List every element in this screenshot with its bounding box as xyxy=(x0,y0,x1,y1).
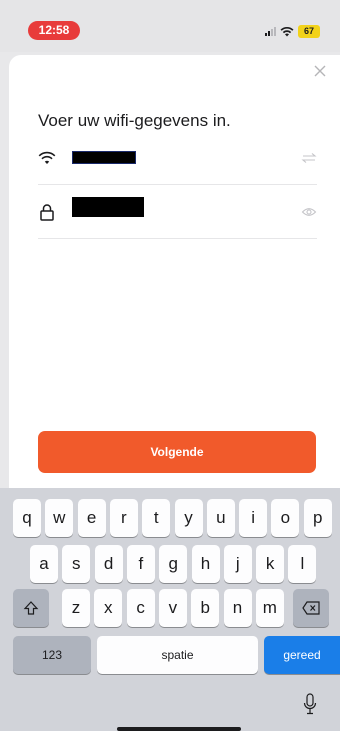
keyboard-row-1: qwertyuiop xyxy=(0,499,340,537)
key-m[interactable]: m xyxy=(255,589,284,627)
key-p[interactable]: p xyxy=(303,499,332,537)
wifi-credentials-sheet: Voer uw wifi-gegevens in. Volgende xyxy=(9,55,340,488)
return-key[interactable]: gereed xyxy=(264,636,340,674)
key-i[interactable]: i xyxy=(239,499,268,537)
space-key[interactable]: spatie xyxy=(97,636,258,674)
key-o[interactable]: o xyxy=(271,499,300,537)
key-s[interactable]: s xyxy=(62,545,91,583)
battery-indicator: 67 xyxy=(298,24,320,38)
key-q[interactable]: q xyxy=(13,499,41,537)
swap-icon[interactable] xyxy=(301,150,317,166)
key-v[interactable]: v xyxy=(158,589,187,627)
cellular-signal-icon xyxy=(265,26,276,36)
key-a[interactable]: a xyxy=(30,545,58,583)
key-n[interactable]: n xyxy=(223,589,252,627)
shift-icon xyxy=(23,601,39,615)
wifi-password-row[interactable] xyxy=(38,185,317,239)
on-screen-keyboard: qwertyuiop asdfghjkl zxcvbnm 123 spatie … xyxy=(0,488,340,731)
key-g[interactable]: g xyxy=(159,545,188,583)
key-u[interactable]: u xyxy=(206,499,235,537)
key-x[interactable]: x xyxy=(94,589,123,627)
wifi-icon xyxy=(38,151,56,164)
backspace-icon xyxy=(302,601,320,615)
numbers-key[interactable]: 123 xyxy=(13,636,91,674)
eye-icon[interactable] xyxy=(301,204,317,220)
microphone-icon[interactable] xyxy=(303,693,317,715)
key-k[interactable]: k xyxy=(256,545,285,583)
status-icons: 67 xyxy=(265,24,320,38)
keyboard-row-2: asdfghjkl xyxy=(0,545,340,583)
lock-icon xyxy=(40,204,54,221)
close-icon[interactable] xyxy=(312,63,328,79)
shift-key[interactable] xyxy=(13,589,49,627)
key-j[interactable]: j xyxy=(223,545,252,583)
wifi-password-value-redacted[interactable] xyxy=(72,197,144,217)
status-time: 12:58 xyxy=(28,21,80,40)
key-f[interactable]: f xyxy=(126,545,155,583)
backspace-key[interactable] xyxy=(293,589,329,627)
key-b[interactable]: b xyxy=(191,589,220,627)
key-w[interactable]: w xyxy=(45,499,74,537)
wifi-status-icon xyxy=(280,26,294,36)
status-bar: 12:58 67 xyxy=(0,0,340,52)
key-y[interactable]: y xyxy=(174,499,203,537)
keyboard-row-3: zxcvbnm xyxy=(0,589,340,627)
key-d[interactable]: d xyxy=(94,545,123,583)
page-title: Voer uw wifi-gegevens in. xyxy=(38,111,231,130)
key-z[interactable]: z xyxy=(62,589,90,627)
key-h[interactable]: h xyxy=(191,545,220,583)
key-r[interactable]: r xyxy=(109,499,138,537)
key-l[interactable]: l xyxy=(288,545,317,583)
key-c[interactable]: c xyxy=(126,589,155,627)
wifi-ssid-row[interactable] xyxy=(38,131,317,185)
next-button[interactable]: Volgende xyxy=(38,431,316,473)
keyboard-row-4: 123 spatie gereed xyxy=(0,636,340,674)
wifi-ssid-value-redacted[interactable] xyxy=(72,151,136,164)
key-e[interactable]: e xyxy=(77,499,106,537)
key-t[interactable]: t xyxy=(142,499,171,537)
home-indicator xyxy=(117,727,241,731)
